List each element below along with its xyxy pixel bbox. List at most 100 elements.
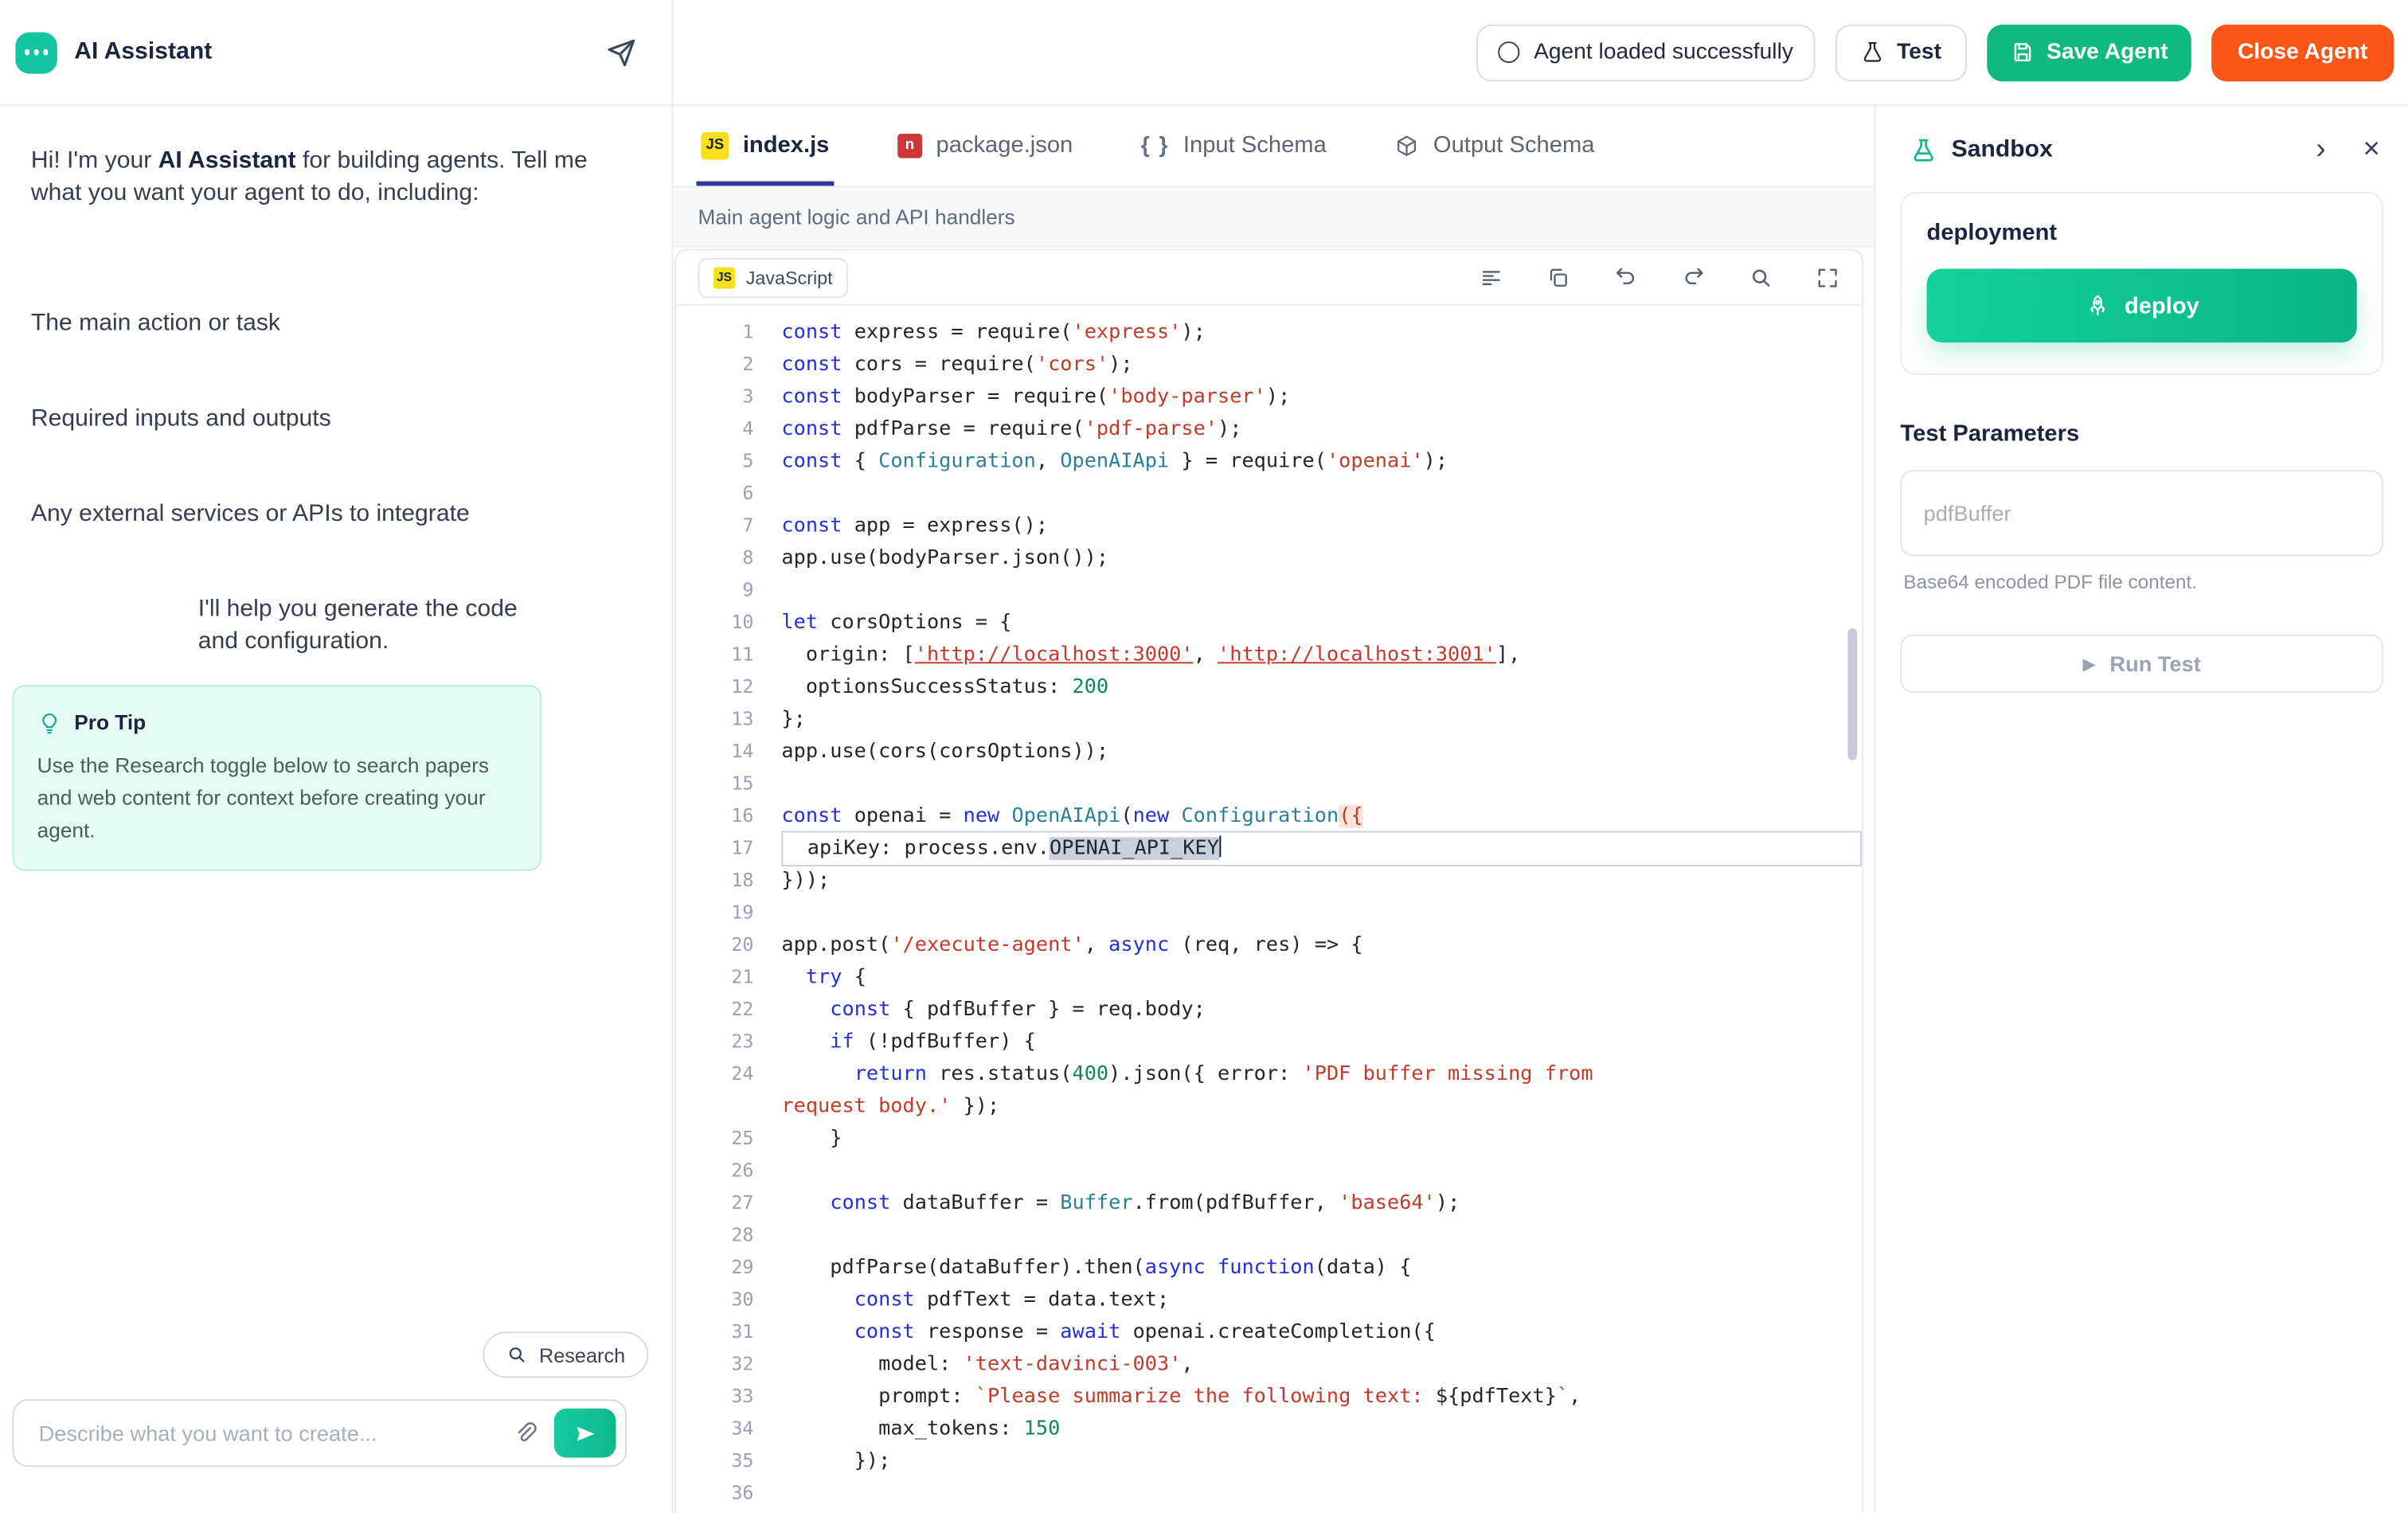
test-button[interactable]: Test [1835,24,1966,80]
deployment-title: deployment [1927,220,2357,246]
paperclip-icon[interactable] [509,1417,541,1449]
code-line[interactable]: 15 [676,768,1862,800]
test-button-label: Test [1897,40,1941,65]
editor-actions: Agent loaded successfully Test Save Agen… [673,0,2408,104]
pdfbuffer-input[interactable] [1900,470,2383,556]
format-code-icon[interactable] [1480,265,1504,290]
assistant-messages: Hi! I'm your AI Assistant for building a… [0,104,671,1310]
sandbox-panel: Sandbox › × deployment deploy Test Param… [1874,104,2407,1513]
code-line[interactable]: 34 max_tokens: 150 [676,1413,1862,1446]
assistant-composer: Research [0,1310,671,1513]
tab-package-json[interactable]: n package.json [893,104,1077,186]
code-line[interactable]: 20app.post('/execute-agent', async (req,… [676,929,1862,962]
collapse-panel-icon[interactable]: › [2313,135,2329,165]
close-agent-button[interactable]: Close Agent [2211,24,2394,80]
editor-scrollbar[interactable] [1847,628,1857,760]
tab-index-js[interactable]: JS index.js [697,104,835,186]
code-line[interactable]: 30 const pdfText = data.text; [676,1284,1862,1317]
tab-output-schema[interactable]: Output Schema [1390,104,1599,186]
code-line[interactable]: 27 const dataBuffer = Buffer.from(pdfBuf… [676,1187,1862,1220]
code-line[interactable]: 7const app = express(); [676,510,1862,542]
tab-label: index.js [743,132,830,158]
save-agent-label: Save Agent [2046,40,2168,65]
send-message-button[interactable] [554,1409,616,1458]
flask-icon [1910,136,1937,164]
code-line[interactable]: 21 try { [676,961,1862,994]
code-line[interactable]: 9 [676,574,1862,607]
code-line[interactable]: 10let corsOptions = { [676,607,1862,639]
code-line[interactable]: 1const express = require('express'); [676,316,1862,349]
code-lines[interactable]: 1const express = require('express');2con… [676,307,1862,1513]
code-line[interactable]: 36 [676,1478,1862,1511]
assistant-header: AI Assistant [0,0,673,104]
code-line[interactable]: 35 }); [676,1445,1862,1478]
code-line[interactable]: 13}; [676,703,1862,736]
code-line[interactable]: 8app.use(bodyParser.json()); [676,542,1862,575]
tab-label: Output Schema [1433,132,1595,158]
close-panel-icon[interactable]: × [2359,135,2383,165]
deploy-button[interactable]: deploy [1927,269,2357,343]
code-line[interactable]: 6 [676,478,1862,510]
editor-area: JS index.js n package.json { } Input Sch… [673,104,1874,1513]
status-circle-icon [1498,41,1519,63]
save-agent-button[interactable]: Save Agent [1986,24,2191,80]
code-line[interactable]: 29 pdfParse(dataBuffer).then(async funct… [676,1252,1862,1284]
fullscreen-icon[interactable] [1816,265,1840,290]
sandbox-header: Sandbox › × [1875,104,2408,182]
code-line[interactable]: 32 model: 'text-davinci-003', [676,1349,1862,1382]
code-line[interactable]: 19 [676,897,1862,929]
run-test-label: Run Test [2109,651,2200,676]
javascript-file-icon: JS [701,131,729,159]
top-bar: AI Assistant Agent loaded successfully T… [0,0,2408,106]
code-line[interactable]: 22 const { pdfBuffer } = req.body; [676,994,1862,1026]
code-line[interactable]: 16const openai = new OpenAIApi(new Confi… [676,800,1862,833]
chat-input[interactable] [36,1419,497,1447]
code-line[interactable]: 11 origin: ['http://localhost:3000', 'ht… [676,639,1862,671]
research-toggle[interactable]: Research [483,1331,648,1378]
assistant-title: AI Assistant [74,38,212,66]
pro-tip-body: Use the Research toggle below to search … [37,749,517,846]
code-line[interactable]: 33 prompt: `Please summarize the followi… [676,1381,1862,1413]
assistant-message: Any external services or APIs to integra… [31,498,641,530]
deploy-label: deploy [2125,292,2199,319]
code-line[interactable]: 26 [676,1155,1862,1188]
code-line[interactable]: 24 return res.status(400).json({ error: … [676,1058,1862,1123]
assistant-intro-message: Hi! I'm your AI Assistant for building a… [31,144,641,209]
search-code-icon[interactable] [1749,265,1773,290]
language-chip: JS JavaScript [698,257,848,297]
code-line[interactable]: 31 const response = await openai.createC… [676,1316,1862,1349]
code-editor: JS JavaScript [674,248,1863,1512]
code-line[interactable]: 4const pdfParse = require('pdf-parse'); [676,413,1862,446]
code-line[interactable]: 12 optionsSuccessStatus: 200 [676,671,1862,704]
assistant-message: The main action or task [31,307,641,340]
tab-input-schema[interactable]: { } Input Schema [1136,104,1331,186]
undo-icon[interactable] [1612,264,1639,291]
code-line[interactable]: 3const bodyParser = require('body-parser… [676,381,1862,413]
file-tabs: JS index.js n package.json { } Input Sch… [673,104,1874,187]
code-line[interactable]: 18})); [676,865,1862,897]
code-line[interactable]: 28 [676,1220,1862,1253]
app-window: AI Assistant Agent loaded successfully T… [0,0,2408,1513]
code-line[interactable]: 23 if (!pdfBuffer) { [676,1026,1862,1059]
redo-icon[interactable] [1681,264,1707,291]
pro-tip-title: Pro Tip [74,706,146,739]
code-line[interactable]: 37 const summary = response.data.choices… [676,1510,1862,1513]
rocket-icon [2084,292,2110,319]
output-schema-icon [1394,133,1419,158]
code-line[interactable]: 25 } [676,1123,1862,1155]
run-test-button[interactable]: ▶ Run Test [1900,635,2383,693]
copy-icon[interactable] [1546,265,1570,290]
save-icon [2010,40,2035,65]
test-parameters-section: Test Parameters Base64 encoded PDF file … [1900,421,2383,693]
research-label: Research [539,1343,625,1366]
code-line[interactable]: 2const cors = require('cors'); [676,349,1862,381]
code-line[interactable]: 14app.use(cors(corsOptions)); [676,736,1862,768]
test-parameters-title: Test Parameters [1900,421,2383,448]
flask-icon [1859,40,1884,65]
code-line[interactable]: 17 apiKey: process.env.OPENAI_API_KEY [676,832,1862,865]
file-description-bar: Main agent logic and API handlers [673,187,1874,247]
code-line[interactable]: 5const { Configuration, OpenAIApi } = re… [676,445,1862,478]
editor-toolbar: JS JavaScript [676,250,1862,305]
send-icon[interactable] [602,33,641,71]
status-badge: Agent loaded successfully [1476,24,1815,80]
